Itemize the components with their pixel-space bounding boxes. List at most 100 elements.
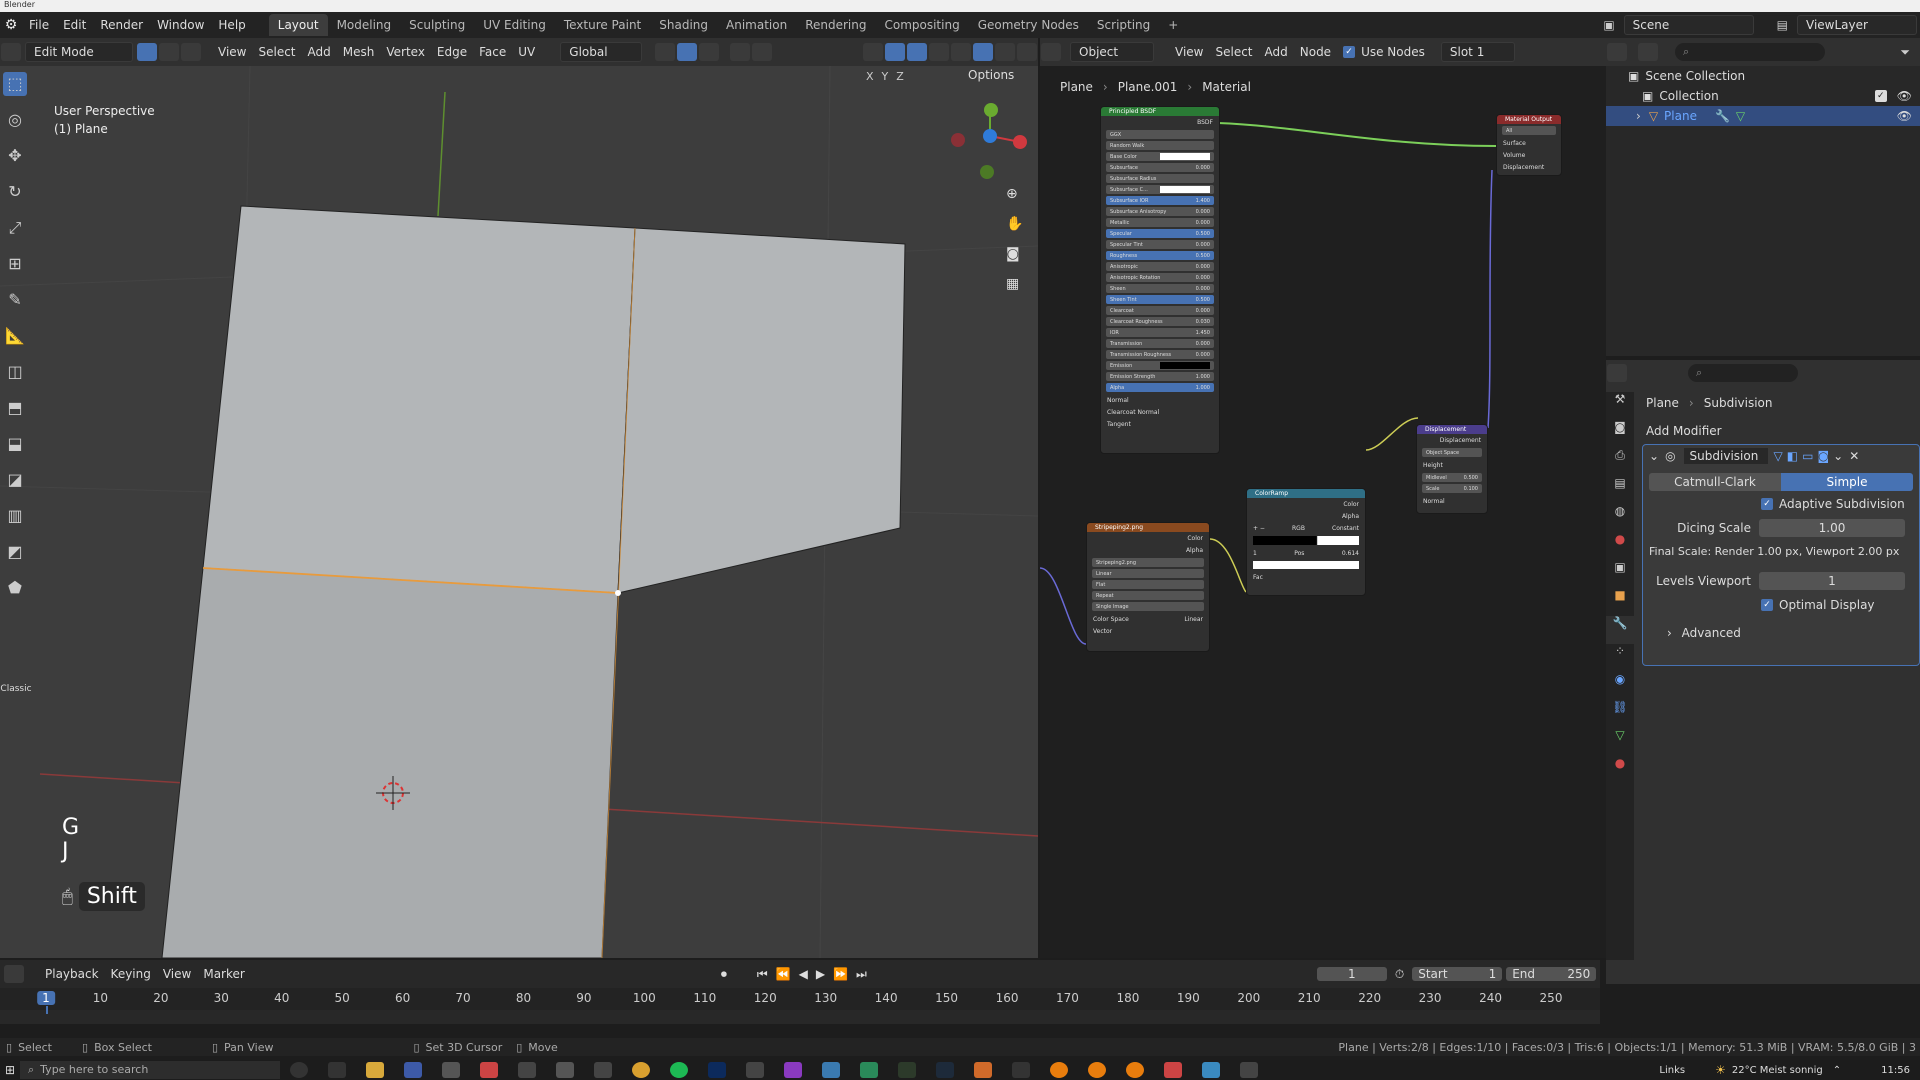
filter-icon[interactable]: ⏷: [1900, 45, 1910, 60]
node-menu-node[interactable]: Node: [1294, 45, 1337, 59]
weather-label[interactable]: 22°C Meist sonnig: [1732, 1065, 1823, 1076]
app-icon-7[interactable]: [784, 1062, 802, 1078]
vertex-select-icon[interactable]: [137, 43, 157, 61]
material-shading-icon[interactable]: [995, 43, 1015, 61]
color-swatch[interactable]: [1159, 186, 1210, 193]
shader-node-editor[interactable]: Plane › Plane.001 › Material Principled …: [1040, 66, 1606, 958]
jump-end-icon[interactable]: ⏭: [856, 967, 867, 982]
dicing-scale-field[interactable]: 1.00: [1759, 519, 1905, 537]
pan-hand-icon[interactable]: ✋: [1006, 216, 1026, 236]
blender-icon-3[interactable]: [1126, 1062, 1144, 1078]
outliner-editor-icon[interactable]: [1607, 43, 1627, 61]
app-icon-13[interactable]: [1202, 1062, 1220, 1078]
bsdf-field[interactable]: Sheen Tint 0.500: [1106, 295, 1214, 304]
bsdf-field[interactable]: Anisotropic Rotation 0.000: [1106, 273, 1214, 282]
xray-icon[interactable]: [929, 43, 949, 61]
bsdf-field[interactable]: Subsurface Radius: [1106, 174, 1214, 183]
mirror-axis-x[interactable]: X: [866, 70, 874, 83]
current-frame-field[interactable]: 1: [1316, 967, 1387, 981]
bsdf-field[interactable]: Subsurface C...: [1106, 185, 1214, 194]
blender-icon-2[interactable]: [1088, 1062, 1106, 1078]
painter-icon[interactable]: [936, 1062, 954, 1078]
app-icon-6[interactable]: [746, 1062, 764, 1078]
stopwatch-icon[interactable]: ⏱: [1395, 967, 1404, 982]
gizmo-icon[interactable]: [885, 43, 905, 61]
select-box-tool-icon[interactable]: ⬚: [3, 72, 27, 96]
bsdf-field[interactable]: Alpha 1.000: [1106, 383, 1214, 392]
menu-view[interactable]: View: [157, 967, 197, 981]
blender-logo-icon[interactable]: ⚙: [0, 17, 22, 33]
transform-orientation-dropdown[interactable]: Global: [560, 42, 643, 62]
levels-viewport-field[interactable]: 1: [1759, 572, 1905, 590]
app-icon-3[interactable]: [518, 1062, 536, 1078]
scene-tab-icon[interactable]: ◍: [1606, 504, 1634, 532]
tab-modeling[interactable]: Modeling: [328, 14, 401, 36]
bsdf-field[interactable]: Base Color: [1106, 152, 1214, 161]
extension-dropdown[interactable]: Repeat: [1092, 591, 1204, 600]
tab-layout[interactable]: Layout: [268, 14, 328, 36]
add-modifier-button[interactable]: Add Modifier: [1646, 424, 1722, 438]
loop-cut-tool-icon[interactable]: ▥: [3, 504, 27, 528]
world-tab-icon[interactable]: ●: [1606, 532, 1634, 560]
app-icon-14[interactable]: [1240, 1062, 1258, 1078]
edge-select-icon[interactable]: [159, 43, 179, 61]
blender-icon-1[interactable]: [1050, 1062, 1068, 1078]
jump-start-icon[interactable]: ⏮: [757, 967, 768, 982]
node-menu-select[interactable]: Select: [1209, 45, 1258, 59]
scale-tool-icon[interactable]: ⤢: [3, 216, 27, 240]
camera-view-icon[interactable]: ◙: [1006, 246, 1026, 266]
add-workspace-button[interactable]: +: [1159, 14, 1187, 36]
optimal-display-checkbox[interactable]: ✓: [1761, 599, 1773, 611]
data-tab-icon[interactable]: ▽: [1606, 728, 1634, 756]
bsdf-field[interactable]: Emission Strength 1.000: [1106, 372, 1214, 381]
render-tab-icon[interactable]: ◙: [1606, 420, 1634, 448]
mirror-axis-y[interactable]: Y: [882, 70, 889, 83]
bsdf-field[interactable]: Roughness 0.500: [1106, 251, 1214, 260]
menu-select[interactable]: Select: [252, 45, 301, 59]
node-menu-add[interactable]: Add: [1259, 45, 1294, 59]
color-ramp-bar[interactable]: [1253, 536, 1359, 545]
menu-uv[interactable]: UV: [512, 45, 541, 59]
end-field[interactable]: End 250: [1506, 967, 1597, 981]
start-button-icon[interactable]: ⊞: [0, 1063, 20, 1077]
outliner-row-collection[interactable]: ▣ Collection ✓ 👁: [1606, 86, 1920, 106]
slot-dropdown[interactable]: Slot 1: [1440, 42, 1515, 62]
bsdf-field[interactable]: Transmission 0.000: [1106, 339, 1214, 348]
colormode-dropdown[interactable]: RGB: [1292, 525, 1305, 532]
node-editor-type-icon[interactable]: [1041, 43, 1061, 61]
node-colorramp[interactable]: ColorRamp Color Alpha + − RGB Constant 1…: [1246, 488, 1366, 596]
node-material-output[interactable]: Material Output All Surface Volume Displ…: [1496, 114, 1562, 176]
bsdf-field[interactable]: Clearcoat Roughness 0.030: [1106, 317, 1214, 326]
advanced-subpanel[interactable]: › Advanced: [1667, 626, 1919, 640]
properties-search-input[interactable]: ⌕: [1688, 364, 1798, 382]
menu-file[interactable]: File: [22, 12, 56, 38]
tab-compositing[interactable]: Compositing: [875, 14, 968, 36]
next-key-icon[interactable]: ⏩: [833, 967, 848, 981]
subsurface-method-dropdown[interactable]: Random Walk: [1106, 141, 1214, 150]
visibility-eye-icon[interactable]: 👁: [1897, 89, 1912, 103]
app-icon-8[interactable]: [822, 1062, 840, 1078]
outliner-search-input[interactable]: ⌕: [1675, 43, 1825, 61]
pivot-icon[interactable]: [655, 43, 676, 61]
bsdf-field[interactable]: Subsurface IOR 1.400: [1106, 196, 1214, 205]
node-displacement[interactable]: Displacement Displacement Object Space H…: [1416, 424, 1488, 514]
mode-dropdown[interactable]: Edit Mode: [25, 42, 133, 62]
simple-button[interactable]: Simple: [1781, 473, 1913, 491]
bsdf-field[interactable]: Anisotropic 0.000: [1106, 262, 1214, 271]
editor-type-icon[interactable]: [1, 43, 21, 61]
collection-tab-icon[interactable]: ▣: [1606, 560, 1634, 588]
app-icon-4[interactable]: [556, 1062, 574, 1078]
options-dropdown[interactable]: Options: [968, 68, 1014, 82]
view-layer-icon[interactable]: ▤: [1777, 18, 1788, 32]
stop-color-swatch[interactable]: [1253, 561, 1359, 569]
extrude-tool-icon[interactable]: ⬒: [3, 396, 27, 420]
constraints-tab-icon[interactable]: ⛓: [1606, 700, 1634, 728]
menu-render[interactable]: Render: [93, 12, 150, 38]
menu-add[interactable]: Add: [302, 45, 337, 59]
interpolation-dropdown[interactable]: Linear: [1092, 569, 1204, 578]
app-icon-5[interactable]: [594, 1062, 612, 1078]
edit-mode-toggle-icon[interactable]: ▽: [1774, 449, 1783, 463]
color-swatch[interactable]: [1159, 153, 1210, 160]
modifier-tab-icon[interactable]: 🔧: [1606, 616, 1634, 644]
target-dropdown[interactable]: All: [1502, 126, 1556, 135]
